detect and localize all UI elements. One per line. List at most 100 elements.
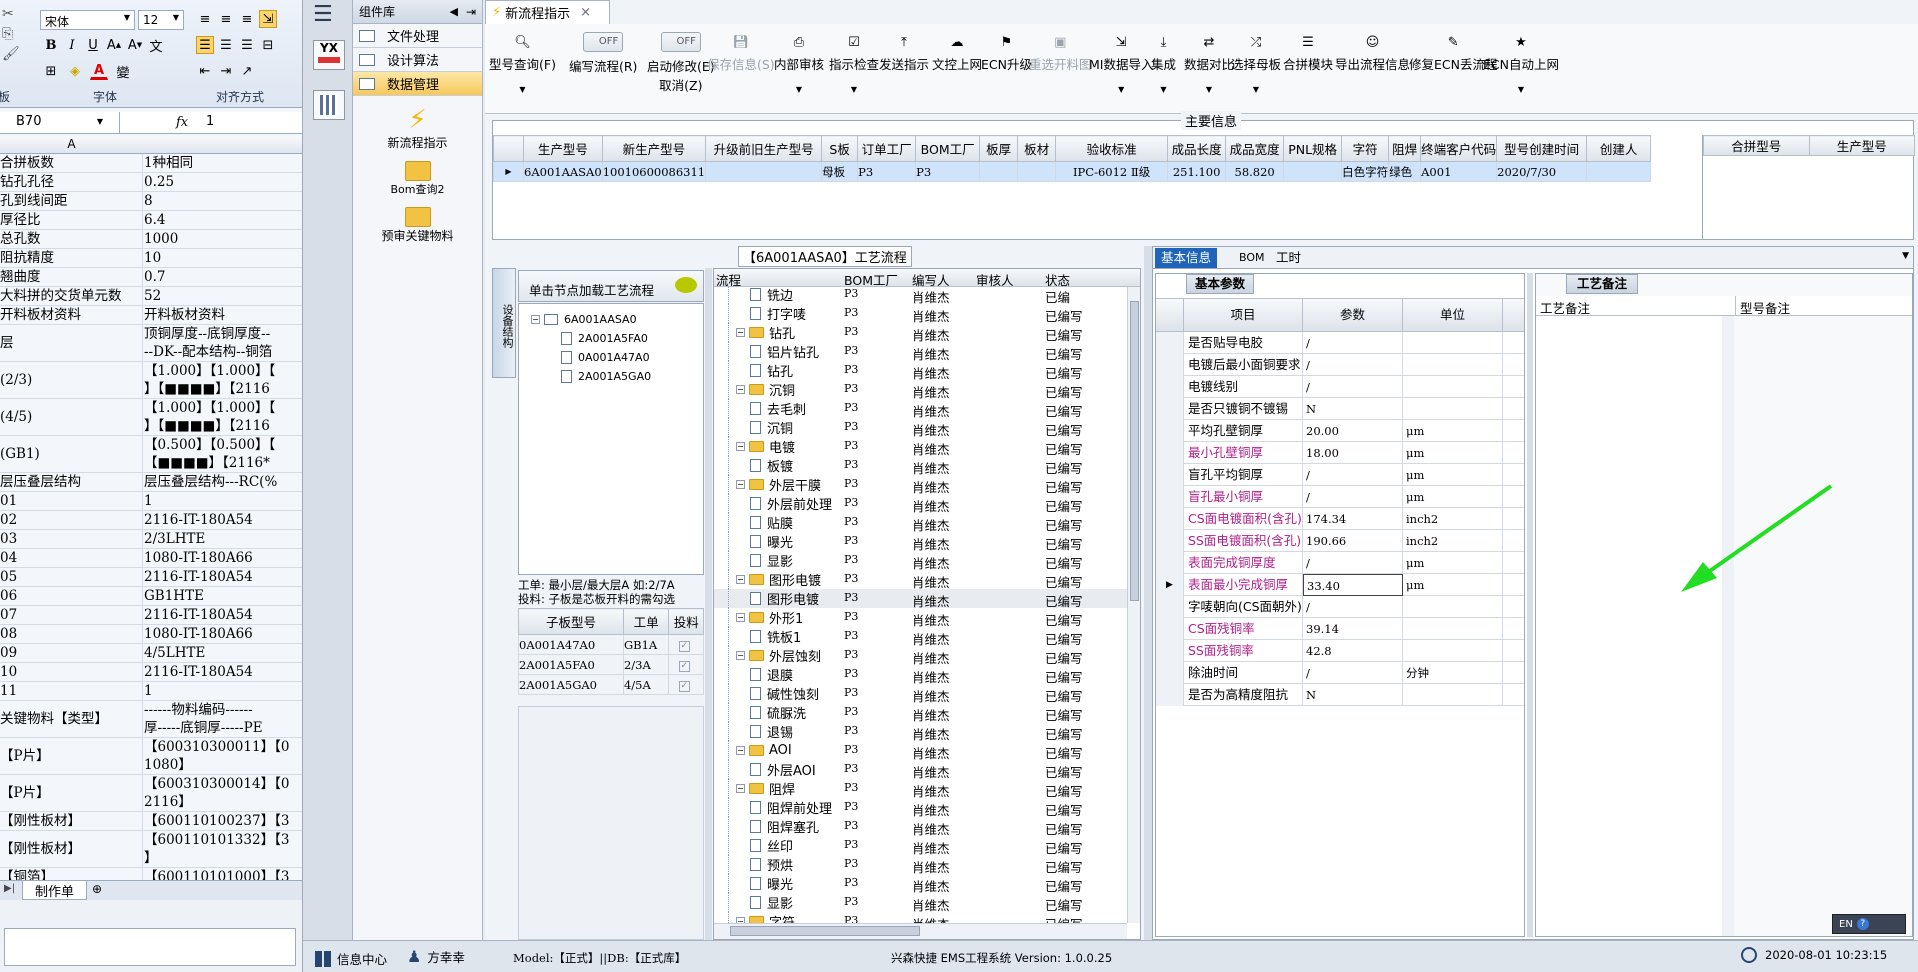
sheet-row[interactable]: 【刚性板材】 【600110100237】【3 [0,812,302,831]
cell-a[interactable]: 关键物料【类型】 [0,701,143,737]
sheet-row[interactable]: 【刚性板材】 【600110101332】【3 】 [0,831,302,868]
nav-group-data[interactable]: 数据管理 [353,72,482,96]
nav-group-algorithm[interactable]: 设计算法 [353,48,482,72]
sheet-row[interactable]: 06 GB1HTE [0,587,302,606]
italic-button[interactable]: I [63,36,81,54]
sheet-row[interactable]: 合拼板数 1种相同 [0,154,302,173]
info-center-button[interactable]: 信息中心 [315,949,387,968]
cell-b[interactable]: 【1.000】【1.000】【 】【■■■■】【2116 [143,399,302,435]
align-right-icon[interactable]: ☰ [238,36,256,54]
shrink-font-button[interactable]: A ▼ [126,36,144,54]
cell-b[interactable]: 【0.500】【0.500】【 【■■■■】【2116* [143,436,302,472]
font-name-select[interactable]: 宋体 ▼ [40,10,135,30]
column-a-header[interactable]: A [0,137,143,151]
new-sheet-icon[interactable]: ⊕ [92,882,102,896]
cell-a[interactable]: 阻抗精度 [0,249,143,267]
cell-b[interactable]: 【600310300014】【0 2116】 [143,775,302,811]
cell-b[interactable]: ------物料编码------ 厚-----底铜厚-----PE [143,701,302,737]
sheet-row[interactable]: 【P片】 【600310300011】【0 1080】 [0,738,302,775]
cell-a[interactable]: 大料拼的交货单元数 [0,287,143,305]
cell-a[interactable]: 08 [0,625,143,643]
sheet-row[interactable]: (GB1) 【0.500】【0.500】【 【■■■■】【2116* [0,436,302,473]
cell-a[interactable]: 04 [0,549,143,567]
cell-b[interactable]: 1080-IT-180A66 [143,549,302,567]
cell-b[interactable]: 1种相同 [143,154,302,172]
sheet-row[interactable]: 02 2116-IT-180A54 [0,511,302,530]
sheet-row[interactable]: 厚径比 6.4 [0,211,302,230]
cell-b[interactable]: 0.7 [143,268,302,286]
cell-b[interactable]: 4/5LHTE [143,644,302,662]
cell-a[interactable]: 孔到线间距 [0,192,143,210]
align-center-icon[interactable]: ☰ [217,36,235,54]
font-size-select[interactable]: 12 ▼ [138,10,184,30]
cell-a[interactable]: 层 [0,325,143,361]
sheet-row[interactable]: 大料拼的交货单元数 52 [0,287,302,306]
sheet-row[interactable]: 【P片】 【600310300014】【0 2116】 [0,775,302,812]
cell-b[interactable]: 1 [143,682,302,700]
merge-icon[interactable]: ⊟ [259,36,277,54]
sheet-row[interactable]: 关键物料【类型】 ------物料编码------ 厚-----底铜厚-----PE [0,701,302,738]
wen-icon[interactable]: 變 [114,62,132,81]
wrap-text-icon[interactable]: ⇲ [259,10,277,28]
cell-a[interactable]: 厚径比 [0,211,143,229]
grow-font-button[interactable]: A ▲ [105,36,123,54]
cell-b[interactable]: 开料板材资料 [143,306,302,324]
sheet-row[interactable]: 11 1 [0,682,302,701]
sheet-row[interactable]: 层压叠层结构 层压叠层结构---RC(% [0,473,302,492]
sheet-row[interactable]: 07 2116-IT-180A54 [0,606,302,625]
cell-a[interactable]: 【刚性板材】 [0,831,143,867]
align-left-icon[interactable]: ☰ [196,36,214,54]
sheet-row[interactable]: 05 2116-IT-180A54 [0,568,302,587]
cell-a[interactable]: 03 [0,530,143,548]
sheet-row[interactable]: 总孔数 1000 [0,230,302,249]
sheet-row[interactable]: 钻孔孔径 0.25 [0,173,302,192]
indent-increase-icon[interactable]: ⇥ [217,62,235,80]
cell-a[interactable]: (4/5) [0,399,143,435]
cell-b[interactable]: 8 [143,192,302,210]
sheet-row[interactable]: 01 1 [0,492,302,511]
cell-b[interactable]: 层压叠层结构---RC(% [143,473,302,491]
cell-a[interactable]: 【P片】 [0,738,143,774]
underline-button[interactable]: U [84,36,102,54]
sheet-row[interactable]: 翘曲度 0.7 [0,268,302,287]
sheet-row[interactable]: 09 4/5LHTE [0,644,302,663]
cell-b[interactable]: 1000 [143,230,302,248]
sheet-row[interactable]: (2/3) 【1.000】【1.000】【 】【■■■■】【2116 [0,362,302,399]
name-box[interactable]: B70 ▼ [0,112,120,133]
cell-a[interactable]: 10 [0,663,143,681]
phonetic-icon[interactable]: 文 [147,36,165,55]
cell-b[interactable]: 1 [143,492,302,510]
function-icon[interactable]: fx [176,115,188,130]
cell-b[interactable]: 2116-IT-180A54 [143,606,302,624]
nav-item-bom-query[interactable]: Bom查询2 [353,161,482,197]
cell-a[interactable]: 09 [0,644,143,662]
font-color-icon[interactable]: A [90,62,108,80]
cell-b[interactable]: 2/3LHTE [143,530,302,548]
cell-a[interactable]: 合拼板数 [0,154,143,172]
formula-input[interactable]: 1 [206,114,214,129]
cell-b[interactable]: 52 [143,287,302,305]
sheet-row[interactable]: (4/5) 【1.000】【1.000】【 】【■■■■】【2116 [0,399,302,436]
sheet-row[interactable]: 阻抗精度 10 [0,249,302,268]
calculator-icon[interactable] [313,90,345,120]
cell-b[interactable]: 1080-IT-180A66 [143,625,302,643]
align-top-icon[interactable]: ≡ [196,10,214,28]
cell-a[interactable]: 01 [0,492,143,510]
cell-a[interactable]: 层压叠层结构 [0,473,143,491]
sheet-row[interactable]: 10 2116-IT-180A54 [0,663,302,682]
border-icon[interactable]: ⊞ [42,62,60,80]
align-middle-icon[interactable]: ≡ [217,10,235,28]
cell-b[interactable]: 0.25 [143,173,302,191]
cell-b[interactable]: 2116-IT-180A54 [143,568,302,586]
excel-text-box[interactable] [4,928,296,966]
nav-item-key-material[interactable]: 预审关键物料 [353,207,482,244]
nav-group-file[interactable]: 文件处理 [353,24,482,48]
cell-a[interactable]: 05 [0,568,143,586]
cell-b[interactable]: 【600110100237】【3 [143,812,302,830]
hamburger-menu-icon[interactable]: ☰ [313,2,333,27]
sheet-row[interactable]: 孔到线间距 8 [0,192,302,211]
collapse-left-icon[interactable]: ◀ [449,5,457,18]
cell-b[interactable]: GB1HTE [143,587,302,605]
sheet-nav-icon[interactable]: ▶| [4,883,15,894]
cell-b[interactable]: 顶铜厚度--底铜厚度-- --DK--配本结构--铜箔 [143,325,302,361]
